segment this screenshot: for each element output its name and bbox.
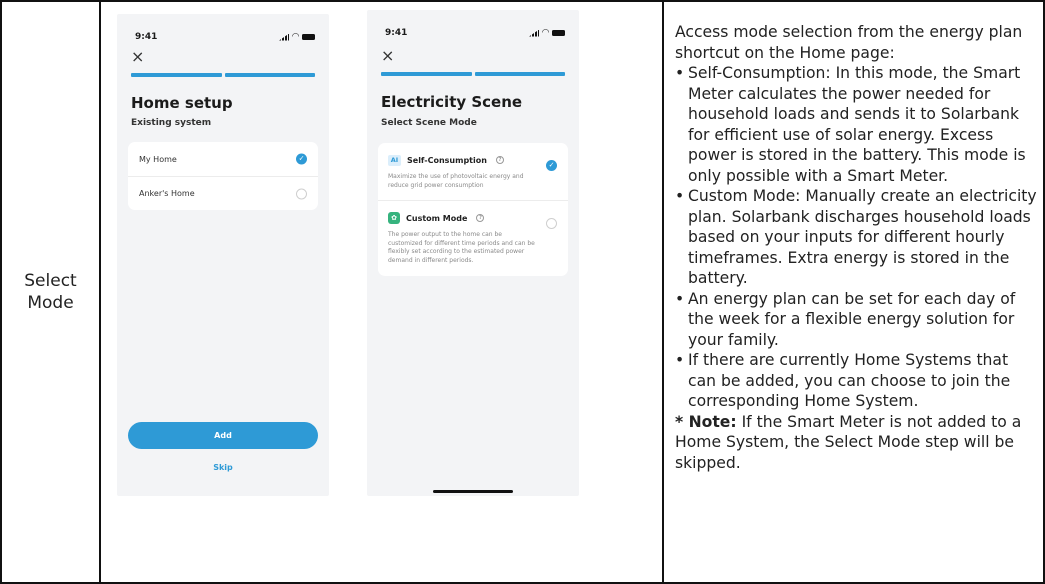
page-title: Electricity Scene [381,93,523,111]
list-item: An energy plan can be set for each day o… [675,289,1040,351]
battery-icon [302,34,315,40]
wifi-icon: ◠ [542,27,549,38]
description-intro: Access mode selection from the energy pl… [675,23,1023,62]
mode-header: AI Self-Consumption ? [388,154,558,166]
progress-segment-1 [381,72,472,76]
step-progress [381,72,565,76]
description-text: Access mode selection from the energy pl… [675,22,1040,473]
mode-name: Self-Consumption [407,155,487,165]
ai-badge-icon: AI [388,154,401,166]
list-item-label: My Home [139,154,177,164]
skip-link[interactable]: Skip [117,463,329,472]
close-icon[interactable]: × [131,49,144,65]
note-label: * Note: [675,412,737,431]
home-indicator [433,490,513,493]
status-bar: 9:41 ◠ [135,30,315,44]
list-item-my-home[interactable]: My Home ✓ [128,142,318,176]
status-icons: ◠ [529,27,565,38]
add-button[interactable]: Add [128,422,318,449]
progress-segment-1 [131,73,222,77]
mode-custom[interactable]: ✿ Custom Mode ? The power output to the … [378,200,568,275]
mode-header: ✿ Custom Mode ? [388,212,558,225]
table-divider-1 [99,0,101,584]
status-time: 9:41 [135,32,158,42]
battery-icon [552,30,565,36]
page-subtitle: Select Scene Mode [381,118,477,128]
scene-mode-card: AI Self-Consumption ? Maximize the use o… [378,143,568,276]
table-top-border [0,0,1045,2]
check-icon: ✓ [296,153,307,165]
list-item: Self-Consumption: In this mode, the Smar… [675,63,1040,186]
page-title: Home setup [131,94,233,112]
row-label: Select Mode [2,2,99,582]
status-bar: 9:41 ◠ [385,26,565,40]
wifi-icon: ◠ [292,31,299,42]
step-progress [131,73,315,77]
help-circle-icon[interactable]: ? [476,214,485,223]
leaf-icon: ✿ [388,212,400,225]
status-time: 9:41 [385,28,408,38]
signal-icon [529,29,540,37]
description-note: * Note: If the Smart Meter is not added … [675,412,1040,474]
row-label-line-2: Mode [27,293,74,313]
signal-icon [279,33,290,41]
row-label-line-1: Select [24,271,77,291]
list-item-label: Anker's Home [139,189,195,198]
status-icons: ◠ [279,31,315,42]
electricity-scene-screen: 9:41 ◠ × Electricity Scene Select Scene … [367,10,579,496]
table-divider-2 [662,0,664,584]
home-list: My Home ✓ Anker's Home [128,142,318,210]
list-item-ankers-home[interactable]: Anker's Home [128,176,318,210]
home-setup-screen: 9:41 ◠ × Home setup Existing system My H… [117,14,329,496]
radio-unselected-icon [296,188,307,199]
mode-name: Custom Mode [406,213,468,223]
check-icon: ✓ [546,160,557,171]
progress-segment-2 [224,73,315,77]
page-subtitle: Existing system [131,118,212,128]
radio-unselected-icon [546,218,557,230]
help-circle-icon[interactable]: ? [495,156,504,164]
list-item: Custom Mode: Manually create an electric… [675,186,1040,289]
mode-description: Maximize the use of photovoltaic energy … [388,173,524,189]
close-icon[interactable]: × [381,48,394,64]
mode-self-consumption[interactable]: AI Self-Consumption ? Maximize the use o… [378,143,568,200]
description-list: Self-Consumption: In this mode, the Smar… [675,63,1040,412]
mode-description: The power output to the home can be cust… [388,231,535,264]
list-item: If there are currently Home Systems that… [675,350,1040,412]
progress-segment-2 [474,72,565,76]
